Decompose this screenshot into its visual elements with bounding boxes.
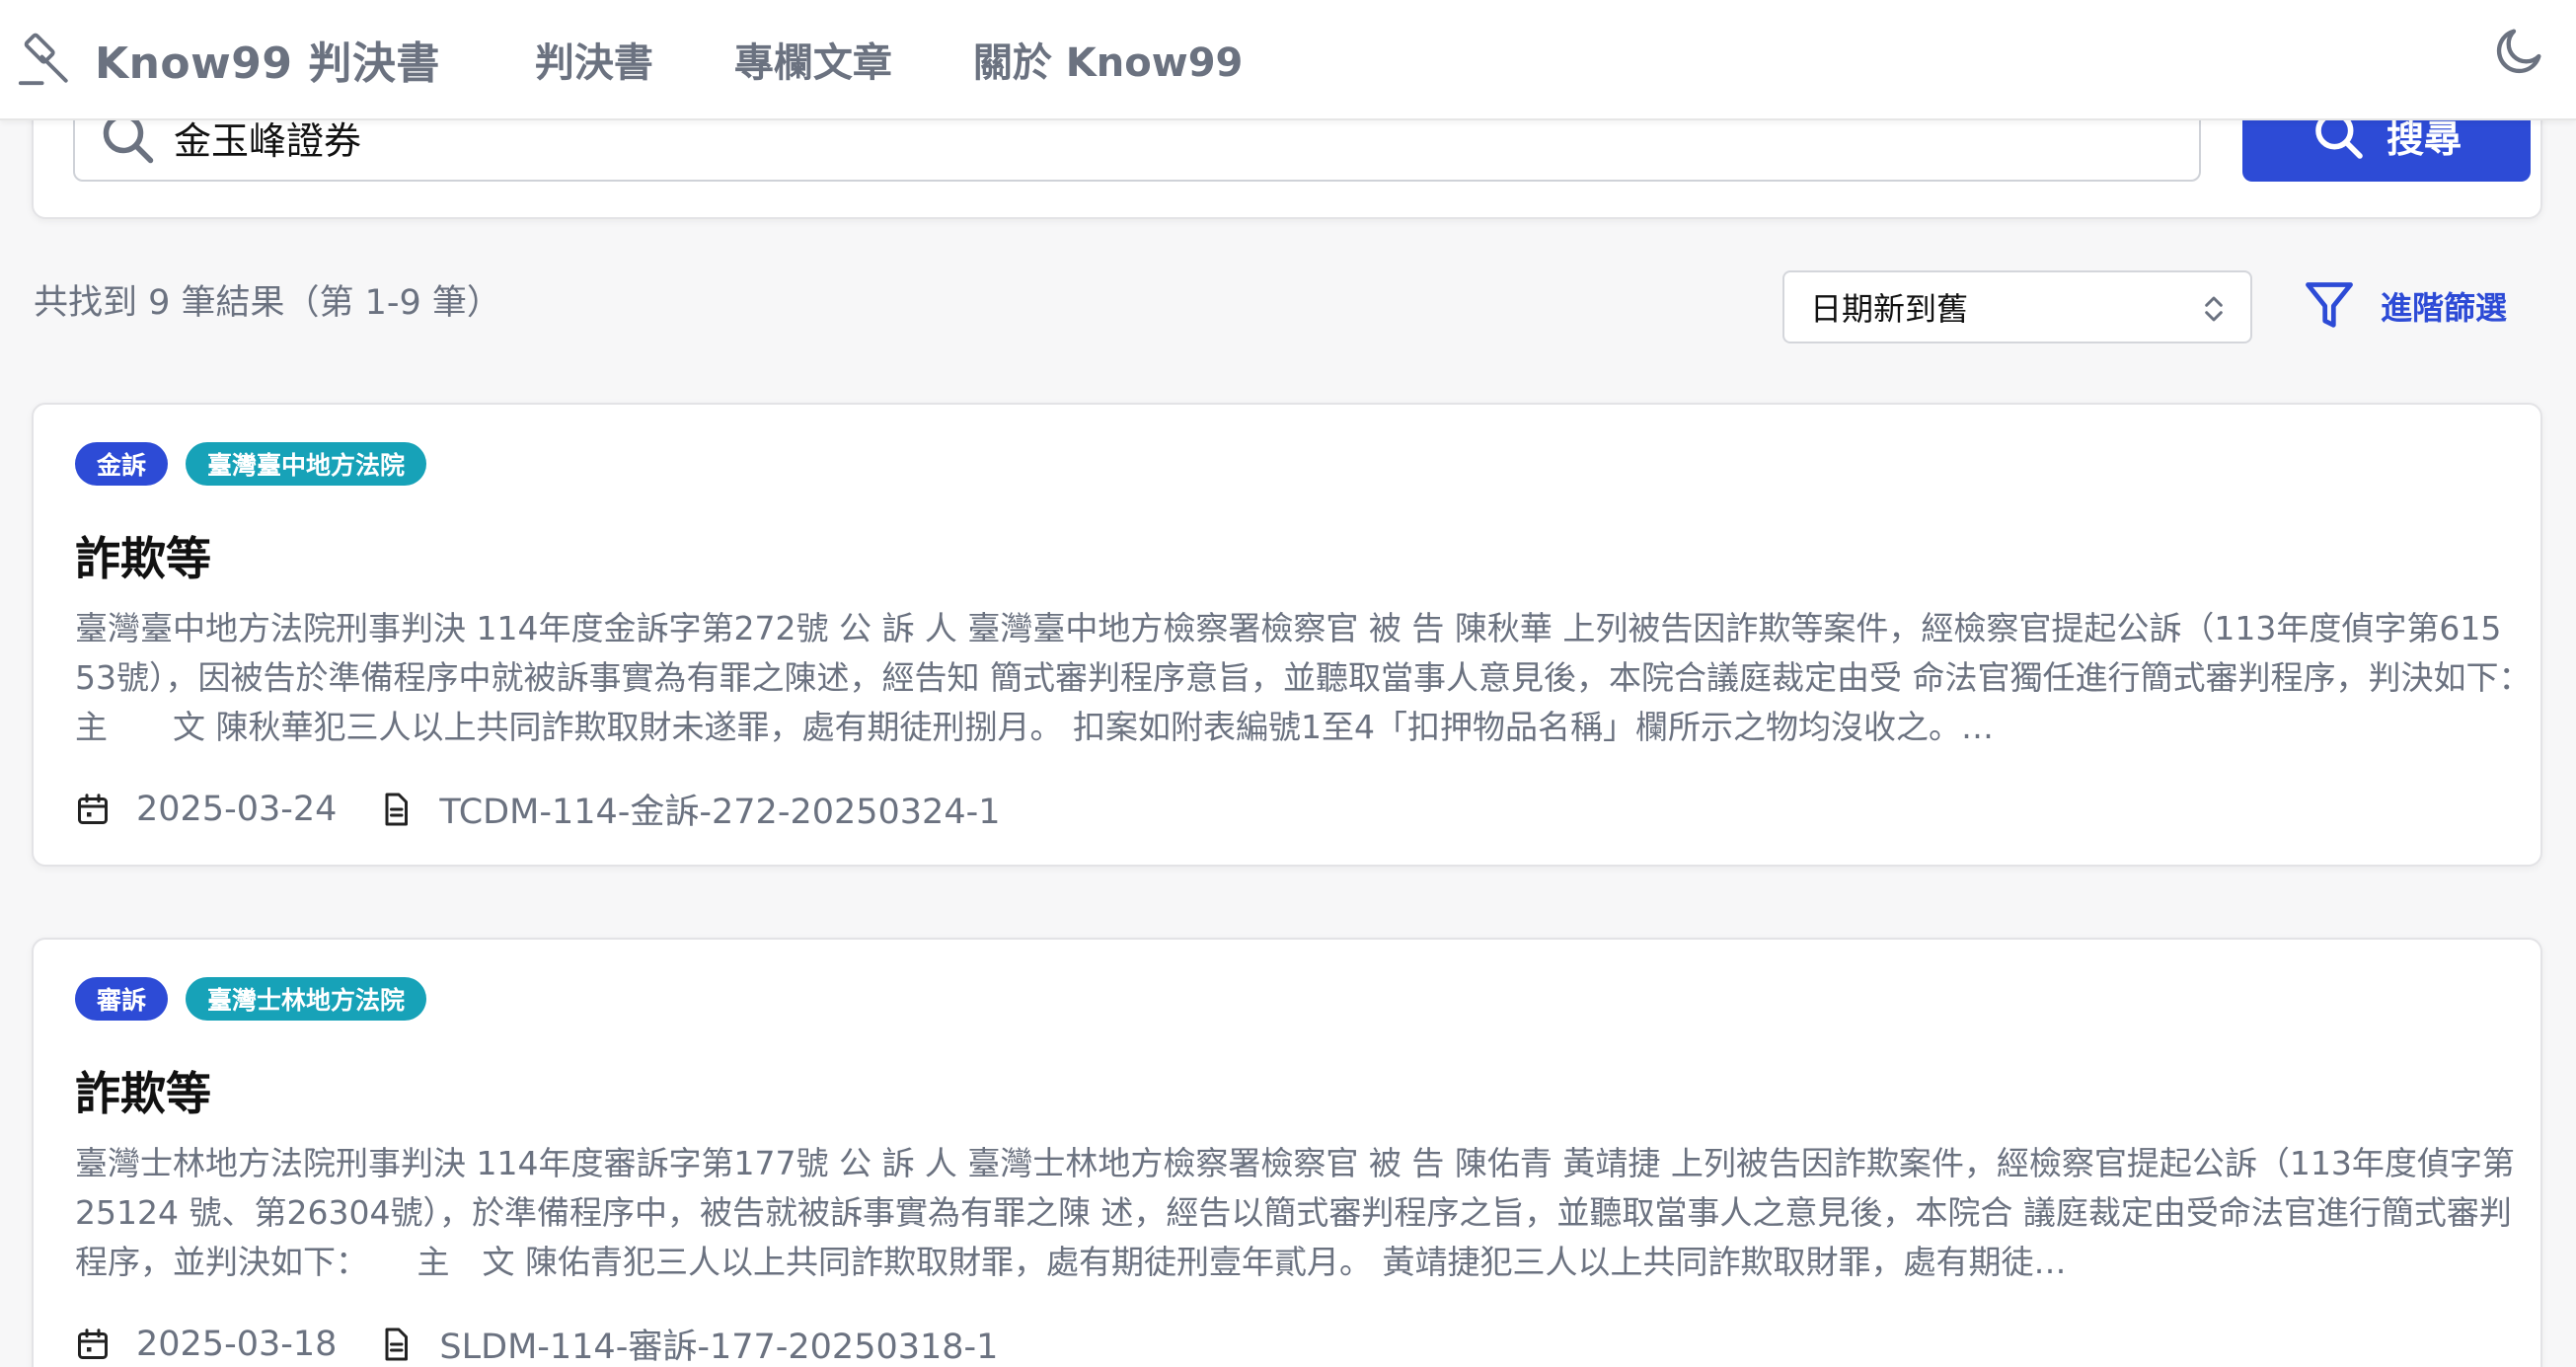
badges: 金訴 臺灣臺中地方法院 — [75, 442, 444, 486]
gavel-logo-icon — [18, 33, 68, 86]
case-meta: 2025-03-24 TCDM-114-金訴-272-20250324-1 — [75, 784, 1001, 834]
moon-icon[interactable] — [2491, 22, 2548, 79]
case-type-badge: 審訴 — [75, 977, 169, 1021]
advanced-filter-label: 進階篩選 — [2381, 289, 2508, 327]
logo[interactable]: Know99 判決書 — [16, 28, 440, 91]
main-nav: 判決書 專欄文章 關於 Know99 — [535, 31, 1325, 88]
result-card[interactable]: 金訴 臺灣臺中地方法院 詐欺等 臺灣臺中地方法院刑事判決 114年度金訴字第27… — [32, 403, 2542, 867]
advanced-filter-button[interactable]: 進階篩選 — [2304, 278, 2507, 334]
case-meta: 2025-03-18 SLDM-114-審訴-177-20250318-1 — [75, 1319, 998, 1367]
case-date: 2025-03-18 — [136, 1324, 338, 1364]
nav-about[interactable]: 關於 Know99 — [973, 31, 1244, 88]
top-navigation-bar: Know99 判決書 判決書 專欄文章 關於 Know99 — [0, 0, 2576, 120]
page: 搜尋 Know99 判決書 判決書 專欄文章 關於 Know99 共找到 9 筆… — [0, 0, 2576, 1367]
badges: 審訴 臺灣士林地方法院 — [75, 977, 444, 1021]
chevron-up-down-icon — [2205, 296, 2223, 322]
calendar-icon — [78, 793, 108, 824]
result-card[interactable]: 審訴 臺灣士林地方法院 詐欺等 臺灣士林地方法院刑事判決 114年度審訴字第17… — [32, 938, 2542, 1367]
case-id: TCDM-114-金訴-272-20250324-1 — [439, 793, 1001, 832]
case-excerpt: 臺灣臺中地方法院刑事判決 114年度金訴字第272號 公 訴 人 臺灣臺中地方檢… — [75, 609, 2523, 746]
calendar-icon — [78, 1328, 108, 1359]
case-id: SLDM-114-審訴-177-20250318-1 — [439, 1328, 999, 1367]
sort-selected-value: 日期新到舊 — [1810, 290, 1969, 328]
case-title[interactable]: 詐欺等 — [75, 1058, 211, 1123]
court-badge: 臺灣臺中地方法院 — [186, 442, 427, 486]
nav-judgments[interactable]: 判決書 — [535, 31, 653, 88]
nav-articles[interactable]: 專欄文章 — [734, 31, 892, 88]
document-icon — [385, 793, 409, 825]
brand-name: Know99 判決書 — [95, 38, 440, 89]
case-date: 2025-03-24 — [136, 789, 338, 829]
sort-select[interactable]: 日期新到舊 — [1782, 270, 2252, 343]
result-count: 共找到 9 筆結果（第 1-9 筆） — [34, 283, 501, 323]
case-type-badge: 金訴 — [75, 442, 169, 486]
case-excerpt: 臺灣士林地方法院刑事判決 114年度審訴字第177號 公 訴 人 臺灣士林地方檢… — [75, 1144, 2515, 1281]
document-icon — [385, 1328, 409, 1360]
case-title[interactable]: 詐欺等 — [75, 523, 211, 588]
court-badge: 臺灣士林地方法院 — [186, 977, 427, 1021]
filter-icon — [2306, 282, 2353, 328]
